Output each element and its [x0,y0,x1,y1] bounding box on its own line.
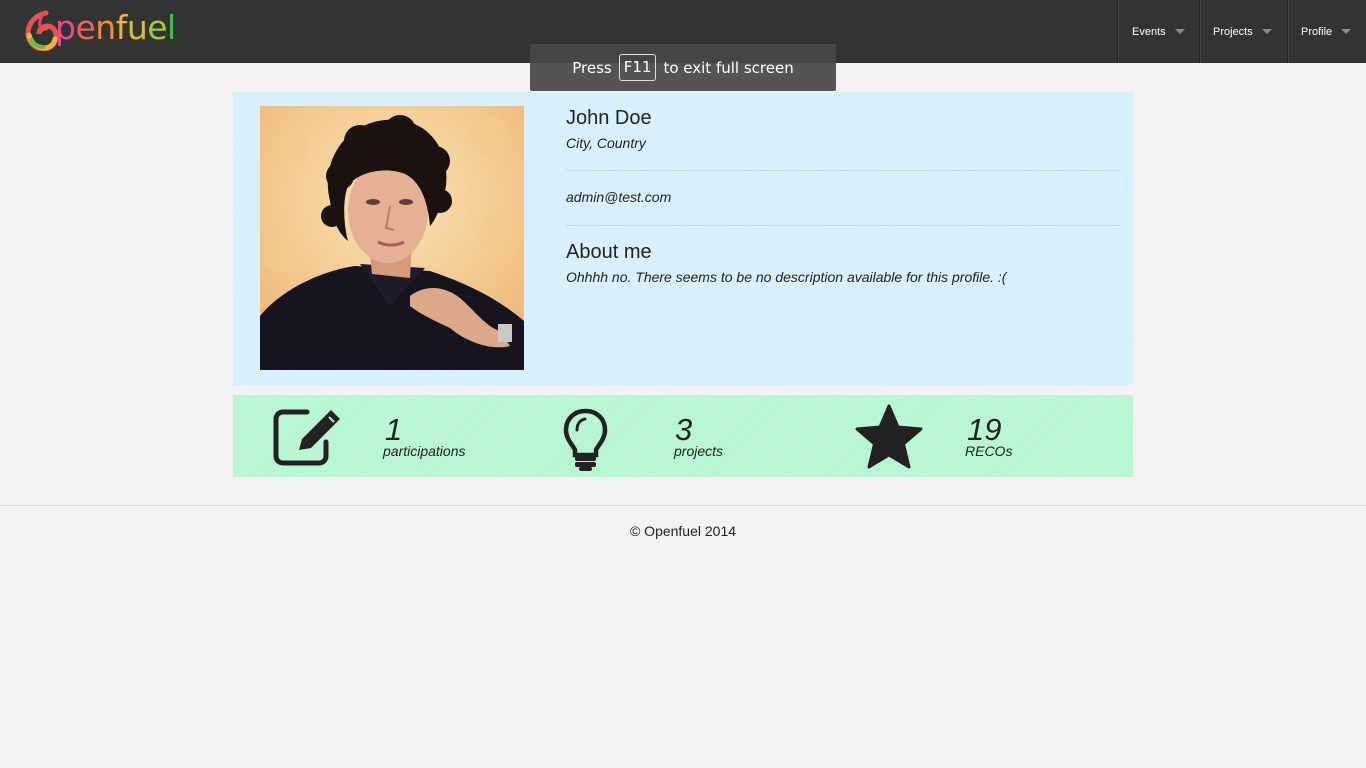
nav-events-dropdown[interactable]: Events [1117,0,1199,63]
brand-letter: l [167,7,176,47]
brand-letter: e [147,7,168,47]
divider [566,225,1121,226]
profile-info: John Doe City, Country admin@test.com Ab… [566,106,1121,285]
edit-icon [273,409,340,466]
nav-profile-label: Profile [1301,25,1333,38]
profile-card: John Doe City, Country admin@test.com Ab… [233,92,1133,385]
caret-down-icon [1341,29,1352,34]
caret-down-icon [1261,29,1272,34]
participations-count: 1 [385,412,403,447]
nav-projects-dropdown[interactable]: Projects [1199,0,1287,63]
logo-swirl-icon [25,10,58,51]
nav-events-label: Events [1132,25,1166,38]
brand-letter: n [95,7,116,47]
participations-label: participations [383,443,466,459]
caret-down-icon [1174,29,1185,34]
lightbulb-icon [563,408,608,471]
brand-wordmark: penfuel [55,11,176,44]
main-nav: Events Projects Profile [1117,0,1366,63]
projects-label: projects [674,443,724,459]
recos-count: 19 [967,412,1002,447]
brand-letter: u [126,7,148,47]
nav-projects-label: Projects [1213,25,1253,38]
stats-bar: 1 participations 3 projects 19 RECOs [233,395,1133,477]
profile-email: admin@test.com [566,189,672,205]
brand-letter: f [115,7,128,47]
star-icon [855,404,923,469]
brand-letter: e [75,7,96,47]
nav-profile-dropdown[interactable]: Profile [1287,0,1366,63]
toast-key: F11 [618,54,657,81]
profile-name: John Doe [566,107,652,129]
footer-divider [0,505,1366,506]
fullscreen-toast: Press F11 to exit full screen [530,44,836,91]
brand-logo[interactable]: penfuel [22,8,176,52]
toast-prefix: Press [572,58,612,77]
profile-location: City, Country [566,135,646,151]
footer-copyright: © Openfuel 2014 [629,523,737,539]
profile-photo [260,106,524,370]
about-me-text: Ohhhh no. There seems to be no descripti… [566,269,1007,285]
toast-suffix: to exit full screen [663,58,794,77]
divider [566,170,1121,171]
about-me-heading: About me [566,241,652,263]
recos-label: RECOs [965,443,1013,459]
profile-photo-image [260,106,524,370]
brand-letter: p [55,7,76,47]
projects-count: 3 [675,412,693,447]
